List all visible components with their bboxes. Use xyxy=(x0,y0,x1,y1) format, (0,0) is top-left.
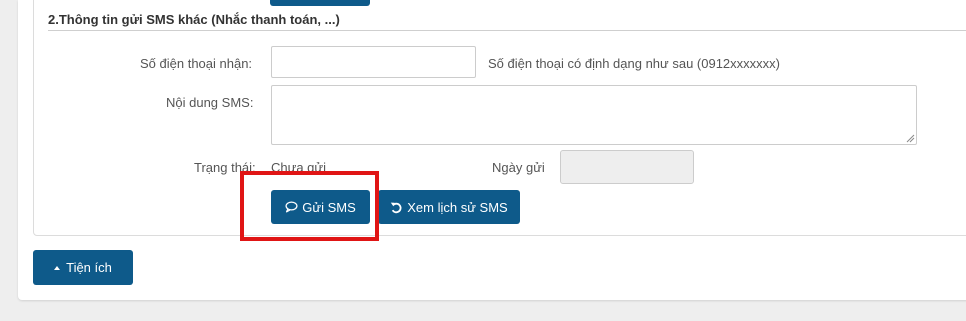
send-date-input xyxy=(560,150,694,184)
section-divider xyxy=(48,30,966,31)
sms-history-button[interactable]: Xem lịch sử SMS xyxy=(378,190,520,224)
sms-content-label: Nội dung SMS: xyxy=(166,95,254,110)
send-date-label: Ngày gửi xyxy=(492,160,545,175)
phone-hint: Số điện thoại có định dạng như sau (0912… xyxy=(488,56,780,71)
sms-history-label: Xem lịch sử SMS xyxy=(407,199,508,215)
utilities-label: Tiện ích xyxy=(66,260,112,275)
sms-content-textarea[interactable] xyxy=(271,85,917,145)
phone-label: Số điện thoại nhận: xyxy=(140,56,253,71)
undo-icon xyxy=(390,201,403,214)
phone-input[interactable] xyxy=(271,46,476,78)
resize-grip-icon[interactable] xyxy=(905,133,915,143)
section-title: 2.Thông tin gửi SMS khác (Nhắc thanh toá… xyxy=(48,12,340,27)
utilities-button[interactable]: Tiện ích xyxy=(33,250,133,285)
previous-section-button[interactable] xyxy=(270,0,370,6)
caret-up-icon xyxy=(54,265,61,270)
highlight-annotation xyxy=(240,171,379,241)
